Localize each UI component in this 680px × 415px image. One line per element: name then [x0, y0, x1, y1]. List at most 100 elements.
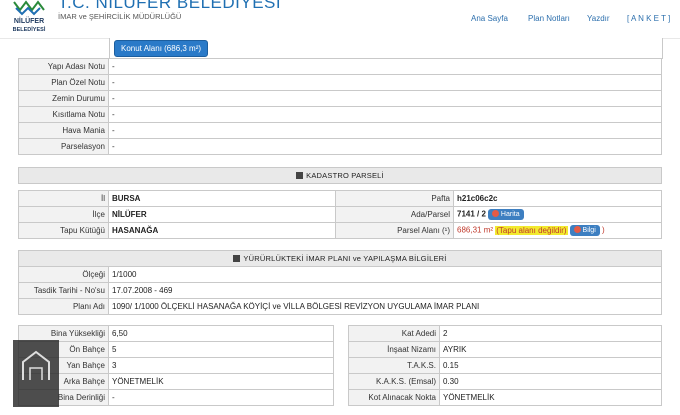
- table-row: Ölçeği 1/1000: [18, 266, 662, 283]
- table-row: Yan Bahçe 3: [18, 357, 334, 374]
- table-row: Kot Alınacak Nokta YÖNETMELİK: [348, 389, 662, 406]
- il-label: İl: [18, 190, 109, 207]
- row-value: 3: [108, 357, 334, 374]
- row-value: 6,50: [108, 325, 334, 342]
- table-row: Kat Adedi 2: [348, 325, 662, 342]
- imar-heading: YÜRÜRLÜKTEKİ İMAR PLANI ve YAPILAŞMA BİL…: [18, 250, 662, 267]
- table-row: K.A.K.S. (Emsal) 0.30: [348, 373, 662, 390]
- row-value: YÖNETMELİK: [439, 389, 662, 406]
- info-icon: [573, 226, 581, 233]
- table-row: Plan Özel Notu -: [18, 74, 662, 91]
- row-value: YÖNETMELİK: [108, 373, 334, 390]
- ilce-value: NİLÜFER: [108, 206, 336, 223]
- row-value: -: [108, 74, 662, 91]
- table-row: Tapu Kütüğü HASANAĞA Parsel Alanı (¹) 68…: [18, 222, 662, 239]
- table-row: İnşaat Nizamı AYRIK: [348, 341, 662, 358]
- tapu-value: HASANAĞA: [108, 222, 336, 239]
- svg-text:NİLÜFER: NİLÜFER: [14, 16, 44, 25]
- parsel-alani-cell: 686,31 m² (Tapu alanı değildir) Bilgi ): [453, 222, 662, 239]
- site-header: NİLÜFER BELEDİYESİ T.C. NİLÜFER BELEDİYE…: [0, 0, 680, 39]
- plan-adi-label: Planı Adı: [18, 298, 109, 315]
- nav-plan-notlari[interactable]: Plan Notları: [528, 14, 570, 23]
- table-row: Parselasyon -: [18, 138, 662, 155]
- row-label: Plan Özel Notu: [18, 74, 109, 91]
- nav-anket[interactable]: [ A N K E T ]: [627, 14, 670, 23]
- ada-parsel-label: Ada/Parsel: [335, 206, 454, 223]
- imar-table: Ölçeği 1/1000 Tasdik Tarihi - No'su 17.0…: [18, 266, 662, 315]
- row-value: AYRIK: [439, 341, 662, 358]
- row-value: -: [108, 389, 334, 406]
- table-row: İlçe NİLÜFER Ada/Parsel 7141 / 2 Harita: [18, 206, 662, 223]
- ada-parsel-cell: 7141 / 2 Harita: [453, 206, 662, 223]
- olcek-label: Ölçeği: [18, 266, 109, 283]
- ilce-label: İlçe: [18, 206, 109, 223]
- municipality-logo: NİLÜFER BELEDİYESİ: [13, 0, 46, 33]
- bilgi-label: Bilgi: [582, 227, 596, 234]
- table-row: İl BURSA Pafta h21c06c2c: [18, 190, 662, 207]
- row-value: -: [108, 90, 662, 107]
- row-label: Kot Alınacak Nokta: [348, 389, 440, 406]
- site-subtitle: İMAR ve ŞEHİRCİLİK MÜDÜRLÜĞÜ: [58, 12, 182, 21]
- row-value: -: [108, 106, 662, 123]
- row-value: 5: [108, 341, 334, 358]
- agent-logo-overlay: [13, 340, 59, 407]
- table-row: Zemin Durumu -: [18, 90, 662, 107]
- row-label: T.A.K.S.: [348, 357, 440, 374]
- table-row: Arka Bahçe YÖNETMELİK: [18, 373, 334, 390]
- row-label: K.A.K.S. (Emsal): [348, 373, 440, 390]
- table-row: Tasdik Tarihi - No'su 17.07.2008 - 469: [18, 282, 662, 299]
- row-value: 0.30: [439, 373, 662, 390]
- harita-label: Harita: [500, 211, 520, 218]
- row-label: Yapı Adası Notu: [18, 58, 109, 75]
- tapu-warning: (Tapu alanı değildir): [495, 225, 568, 235]
- bilgi-button[interactable]: Bilgi: [569, 225, 600, 236]
- tasdik-label: Tasdik Tarihi - No'su: [18, 282, 109, 299]
- paren-close: ): [602, 225, 605, 235]
- pafta-label: Pafta: [335, 190, 454, 207]
- row-label: Parselasyon: [18, 138, 109, 155]
- row-value: -: [108, 138, 662, 155]
- parsel-alani-value: 686,31 m²: [457, 225, 494, 235]
- nav-yazdir[interactable]: Yazdır: [587, 14, 610, 23]
- ada-parsel-value: 7141 / 2: [457, 209, 486, 219]
- row-value: 0.15: [439, 357, 662, 374]
- kadastro-table: İl BURSA Pafta h21c06c2c İlçe NİLÜFER Ad…: [18, 190, 662, 239]
- table-row: T.A.K.S. 0.15: [348, 357, 662, 374]
- table-row: Bina Yüksekliği 6,50: [18, 325, 334, 342]
- yapilasma-right-table: Kat Adedi 2 İnşaat Nizamı AYRIK T.A.K.S. 0.…: [348, 325, 662, 406]
- yapilasma-left-table: Bina Yüksekliği 6,50 Ön Bahçe 5 Yan Bahçe 3…: [18, 325, 334, 406]
- row-value: -: [108, 122, 662, 139]
- table-icon: [296, 172, 304, 179]
- tasdik-value: 17.07.2008 - 469: [108, 282, 662, 299]
- row-value: 2: [439, 325, 662, 342]
- row-label: Kat Adedi: [348, 325, 440, 342]
- table-row: Bina Derinliği -: [18, 389, 334, 406]
- olcek-value: 1/1000: [108, 266, 662, 283]
- plan-notes-table: Yapı Adası Notu - Plan Özel Notu - Zemin D…: [18, 58, 662, 155]
- table-icon: [233, 255, 241, 262]
- row-label: Zemin Durumu: [18, 90, 109, 107]
- row-label: Kısıtlama Notu: [18, 106, 109, 123]
- map-icon: [491, 210, 499, 217]
- table-row: Planı Adı 1090/ 1/1000 ÖLÇEKLİ HASANAĞA …: [18, 298, 662, 315]
- nav-ana-sayfa[interactable]: Ana Sayfa: [471, 14, 508, 23]
- il-value: BURSA: [108, 190, 336, 207]
- row-value: -: [108, 58, 662, 75]
- pafta-value: h21c06c2c: [453, 190, 662, 207]
- row-label: Hava Mania: [18, 122, 109, 139]
- harita-button[interactable]: Harita: [487, 209, 524, 220]
- table-row: Ön Bahçe 5: [18, 341, 334, 358]
- row-label: İnşaat Nizamı: [348, 341, 440, 358]
- kadastro-heading: KADASTRO PARSELİ: [18, 167, 662, 184]
- house-logo-icon: [22, 350, 50, 380]
- table-row: Hava Mania -: [18, 122, 662, 139]
- imar-heading-text: YÜRÜRLÜKTEKİ İMAR PLANI ve YAPILAŞMA BİL…: [243, 254, 447, 263]
- konut-alani-button[interactable]: Konut Alanı (686,3 m²): [114, 40, 209, 57]
- svg-text:BELEDİYESİ: BELEDİYESİ: [13, 26, 46, 33]
- kadastro-heading-text: KADASTRO PARSELİ: [306, 171, 384, 180]
- table-row: Yapı Adası Notu -: [18, 58, 662, 75]
- table-row: Kısıtlama Notu -: [18, 106, 662, 123]
- tapu-label: Tapu Kütüğü: [18, 222, 109, 239]
- parsel-alani-label: Parsel Alanı (¹): [335, 222, 454, 239]
- plan-adi-value: 1090/ 1/1000 ÖLÇEKLİ HASANAĞA KÖYİÇİ ve …: [108, 298, 662, 315]
